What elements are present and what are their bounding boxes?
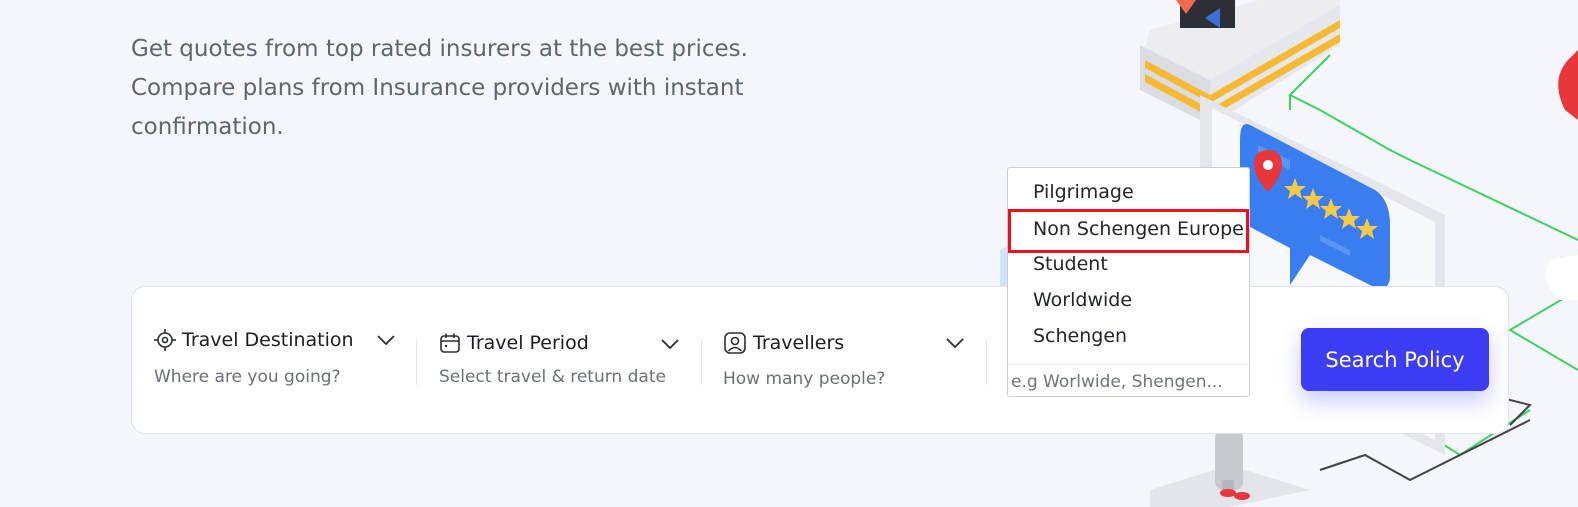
calendar-icon (439, 332, 461, 354)
plan-type-input[interactable] (1008, 364, 1249, 396)
travel-period-field[interactable]: Travel Period Select travel & return dat… (439, 287, 689, 435)
dropdown-option[interactable]: Worldwide (1008, 282, 1249, 318)
travel-destination-label: Travel Destination (182, 329, 354, 351)
hero-subtitle-line-3: confirmation. (131, 114, 284, 140)
user-icon (723, 331, 747, 355)
plan-type-dropdown: Pilgrimage Non Schengen Europe Student W… (1007, 167, 1250, 397)
search-bar: Travel Destination Where are you going? … (131, 286, 1509, 434)
dropdown-option[interactable]: Student (1008, 246, 1249, 282)
travellers-field[interactable]: Travellers How many people? (723, 287, 973, 435)
travel-period-label: Travel Period (467, 332, 589, 354)
hero-subtitle: Get quotes from top rated insurers at th… (131, 30, 791, 147)
dropdown-option[interactable]: Schengen (1008, 318, 1249, 354)
travellers-label: Travellers (753, 332, 845, 354)
travellers-hint: How many people? (723, 369, 886, 389)
dropdown-option[interactable]: Pilgrimage (1008, 174, 1249, 210)
field-divider (986, 339, 987, 385)
field-divider (701, 339, 702, 385)
chevron-down-icon[interactable] (945, 336, 965, 350)
hero-subtitle-line-1: Get quotes from top rated insurers at th… (131, 36, 748, 62)
travel-destination-field[interactable]: Travel Destination Where are you going? (154, 287, 404, 435)
location-target-icon (154, 329, 176, 351)
search-policy-button[interactable]: Search Policy (1301, 328, 1489, 391)
field-divider (416, 339, 417, 385)
travel-destination-hint: Where are you going? (154, 367, 341, 387)
chevron-down-icon[interactable] (376, 333, 396, 347)
chevron-down-icon[interactable] (660, 337, 680, 351)
travel-period-hint: Select travel & return date (439, 367, 666, 387)
hero-subtitle-line-2: Compare plans from Insurance providers w… (131, 75, 744, 101)
